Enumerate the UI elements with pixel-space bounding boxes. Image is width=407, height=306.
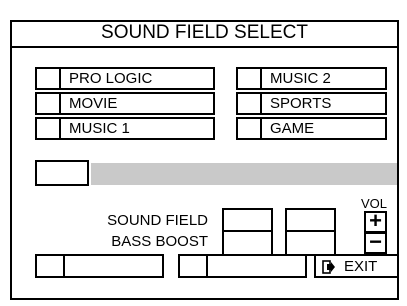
mode-pro-logic-button[interactable]: PRO LOGIC [35, 67, 215, 90]
mode-label: MUSIC 1 [69, 120, 130, 137]
sound-field-box-1[interactable] [222, 208, 273, 232]
mode-indicator [37, 94, 61, 113]
exit-label: EXIT [344, 258, 378, 275]
sound-field-label: SOUND FIELD [107, 212, 208, 229]
bass-boost-label: BASS BOOST [111, 233, 208, 250]
mode-label: PRO LOGIC [69, 70, 153, 87]
mode-label: MUSIC 2 [270, 70, 331, 87]
mode-label: SPORTS [270, 95, 332, 112]
mode-indicator [37, 119, 61, 138]
bottom-button-indicator [180, 256, 208, 276]
mode-indicator [238, 119, 262, 138]
mode-indicator [238, 69, 262, 88]
level-bar-track[interactable] [91, 163, 397, 185]
mode-sports-button[interactable]: SPORTS [236, 92, 387, 115]
volume-down-button[interactable]: − [364, 231, 387, 254]
exit-arrow-icon [322, 260, 335, 274]
bass-boost-box-1[interactable] [222, 230, 273, 256]
mode-indicator [238, 94, 262, 113]
bass-boost-box-2[interactable] [285, 230, 336, 256]
mode-music-2-button[interactable]: MUSIC 2 [236, 67, 387, 90]
mode-movie-button[interactable]: MOVIE [35, 92, 215, 115]
bottom-button-indicator [37, 256, 65, 276]
mode-game-button[interactable]: GAME [236, 117, 387, 140]
bottom-button-1[interactable] [35, 254, 164, 278]
exit-button[interactable]: EXIT [314, 254, 399, 278]
mode-label: MOVIE [69, 95, 118, 112]
mode-label: GAME [270, 120, 315, 137]
mode-indicator [37, 69, 61, 88]
bottom-button-2[interactable] [178, 254, 307, 278]
sound-field-box-2[interactable] [285, 208, 336, 232]
level-slider-handle[interactable] [35, 160, 89, 186]
dialog-title: SOUND FIELD SELECT [10, 20, 399, 48]
mode-music-1-button[interactable]: MUSIC 1 [35, 117, 215, 140]
